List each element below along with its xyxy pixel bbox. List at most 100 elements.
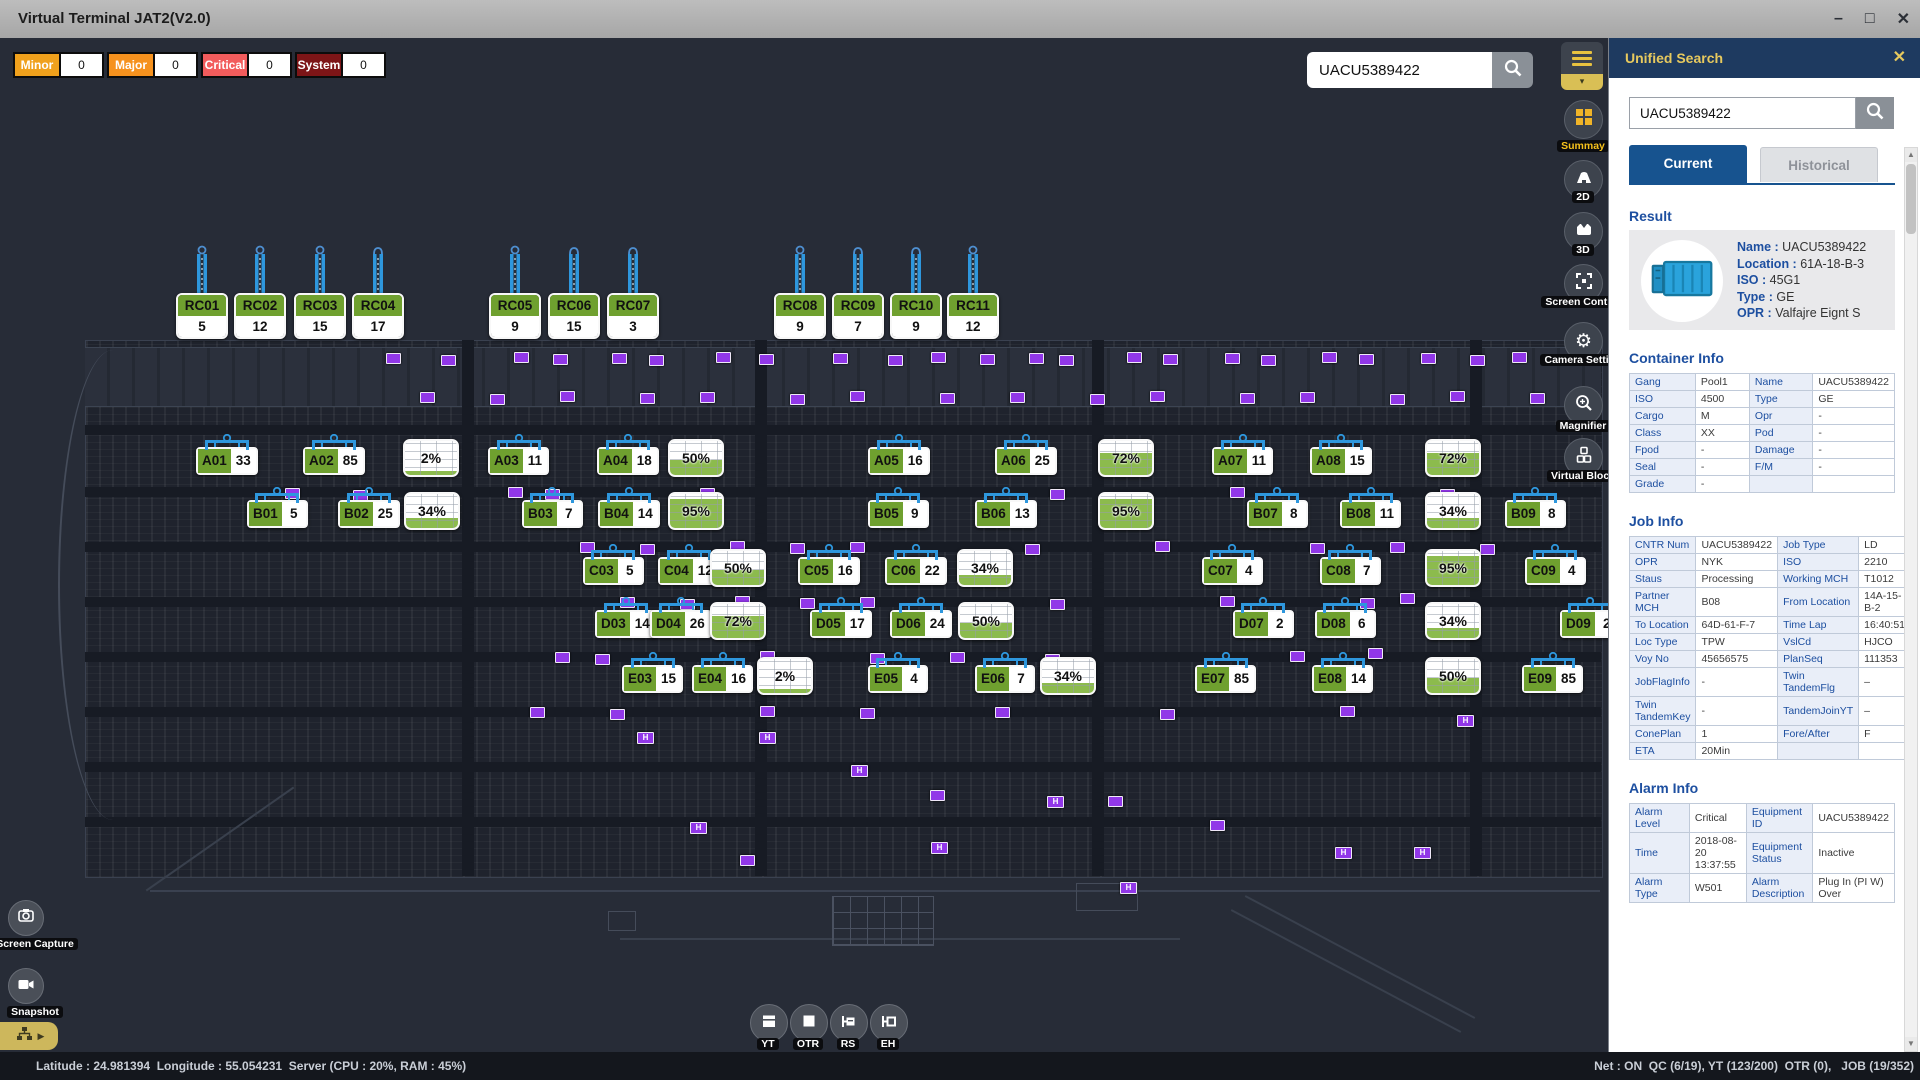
vehicle-marker[interactable] [1512, 352, 1527, 363]
block-badge-b04[interactable]: B0414 [598, 500, 660, 528]
block-badge-a01[interactable]: A0133 [196, 447, 258, 475]
block-badge-d06[interactable]: D0624 [890, 610, 952, 638]
terminal-map[interactable]: Minor0Major0Critical0System0 ▾ Summay 2D… [0, 38, 1608, 1052]
block-badge-d04[interactable]: D0426 [650, 610, 712, 638]
vehicle-marker[interactable] [995, 707, 1010, 718]
crane-badge-rc05[interactable]: RC059 [489, 293, 541, 339]
vehicle-marker[interactable] [1421, 353, 1436, 364]
vehicle-marker[interactable] [1322, 352, 1337, 363]
vehicle-marker[interactable] [610, 709, 625, 720]
block-badge-e07[interactable]: E0785 [1195, 665, 1256, 693]
occupancy-badge[interactable]: 50% [958, 602, 1014, 640]
vehicle-marker[interactable] [1127, 352, 1142, 363]
vehicle-marker[interactable] [860, 708, 875, 719]
occupancy-badge[interactable]: 50% [668, 439, 724, 477]
occupancy-badge[interactable]: 34% [404, 492, 460, 530]
block-badge-c03[interactable]: C035 [583, 557, 644, 585]
block-badge-d09[interactable]: D092 [1560, 610, 1608, 638]
menu-caret[interactable]: ▾ [1561, 74, 1603, 90]
vehicle-marker[interactable] [1155, 541, 1170, 552]
panel-close-icon[interactable]: ✕ [1893, 38, 1906, 78]
vehicle-marker[interactable] [1368, 648, 1383, 659]
panel-scrollbar[interactable]: ▲ ▼ [1904, 147, 1918, 1052]
block-badge-e04[interactable]: E0416 [692, 665, 753, 693]
crane-badge-rc02[interactable]: RC0212 [234, 293, 286, 339]
block-badge-b09[interactable]: B098 [1505, 500, 1566, 528]
scroll-up-icon[interactable]: ▲ [1905, 148, 1917, 162]
block-badge-a02[interactable]: A0285 [303, 447, 365, 475]
vehicle-marker[interactable] [1050, 489, 1065, 500]
occupancy-badge[interactable]: 95% [1098, 492, 1154, 530]
occupancy-badge[interactable]: 2% [757, 657, 813, 695]
occupancy-badge[interactable]: 2% [403, 439, 459, 477]
block-badge-d08[interactable]: D086 [1315, 610, 1376, 638]
panel-search-input[interactable] [1629, 97, 1856, 129]
vehicle-marker[interactable]: H [931, 842, 948, 854]
vehicle-marker[interactable] [640, 393, 655, 404]
crane-badge-rc07[interactable]: RC073 [607, 293, 659, 339]
vehicle-marker[interactable] [595, 654, 610, 665]
vehicle-marker[interactable] [1290, 651, 1305, 662]
vehicle-marker[interactable] [1359, 354, 1374, 365]
map-search-button[interactable] [1492, 52, 1533, 88]
block-badge-e05[interactable]: E054 [868, 665, 928, 693]
toolbar-button-otr[interactable] [790, 1004, 828, 1042]
vehicle-marker[interactable] [560, 391, 575, 402]
close-icon[interactable]: ✕ [1897, 9, 1910, 29]
crane-badge-rc08[interactable]: RC089 [774, 293, 826, 339]
block-badge-c09[interactable]: C094 [1525, 557, 1586, 585]
occupancy-badge[interactable]: 34% [1425, 492, 1481, 530]
panel-search-button[interactable] [1856, 97, 1894, 129]
occupancy-badge[interactable]: 72% [1425, 439, 1481, 477]
block-badge-b01[interactable]: B015 [247, 500, 308, 528]
vehicle-marker[interactable] [1025, 544, 1040, 555]
vehicle-marker[interactable] [1310, 543, 1325, 554]
vehicle-marker[interactable] [555, 652, 570, 663]
map-search-input[interactable] [1307, 52, 1492, 88]
occupancy-badge[interactable]: 95% [1425, 549, 1481, 587]
vehicle-marker[interactable]: H [1335, 847, 1352, 859]
vehicle-marker[interactable] [888, 355, 903, 366]
vehicle-marker[interactable] [760, 706, 775, 717]
crane-badge-rc06[interactable]: RC0615 [548, 293, 600, 339]
vehicle-marker[interactable] [833, 353, 848, 364]
vehicle-marker[interactable] [940, 393, 955, 404]
vehicle-marker[interactable] [1530, 393, 1545, 404]
vehicle-marker[interactable] [1029, 353, 1044, 364]
toolbar-button-rs[interactable] [830, 1004, 868, 1042]
crane-badge-rc01[interactable]: RC015 [176, 293, 228, 339]
vehicle-marker[interactable] [800, 598, 815, 609]
vehicle-marker[interactable]: H [690, 822, 707, 834]
block-badge-a07[interactable]: A0711 [1212, 447, 1273, 475]
occupancy-badge[interactable]: 50% [710, 549, 766, 587]
vehicle-marker[interactable] [790, 543, 805, 554]
vehicle-marker[interactable] [1261, 355, 1276, 366]
crane-badge-rc09[interactable]: RC097 [832, 293, 884, 339]
vehicle-marker[interactable]: H [1047, 796, 1064, 808]
vehicle-marker[interactable] [1150, 391, 1165, 402]
vehicle-marker[interactable] [649, 355, 664, 366]
block-badge-c06[interactable]: C0622 [885, 557, 947, 585]
occupancy-badge[interactable]: 72% [1098, 439, 1154, 477]
vehicle-marker[interactable] [1390, 542, 1405, 553]
occupancy-badge[interactable]: 72% [710, 602, 766, 640]
block-badge-e08[interactable]: E0814 [1312, 665, 1373, 693]
summary-button[interactable] [1564, 100, 1603, 139]
occupancy-badge[interactable]: 95% [668, 492, 724, 530]
vehicle-marker[interactable] [1059, 355, 1074, 366]
vehicle-marker[interactable] [1163, 354, 1178, 365]
vehicle-marker[interactable] [1390, 394, 1405, 405]
vehicle-marker[interactable] [612, 353, 627, 364]
vehicle-marker[interactable] [850, 542, 865, 553]
vehicle-marker[interactable] [553, 354, 568, 365]
block-badge-c08[interactable]: C087 [1320, 557, 1381, 585]
toolbar-button-eh[interactable] [870, 1004, 908, 1042]
vehicle-marker[interactable] [386, 353, 401, 364]
menu-button[interactable] [1561, 42, 1603, 74]
block-badge-c05[interactable]: C0516 [798, 557, 860, 585]
vehicle-marker[interactable] [508, 487, 523, 498]
vehicle-marker[interactable] [930, 790, 945, 801]
crane-badge-rc11[interactable]: RC1112 [947, 293, 999, 339]
vehicle-marker[interactable] [950, 652, 965, 663]
toolbar-button-yt[interactable] [750, 1004, 788, 1042]
